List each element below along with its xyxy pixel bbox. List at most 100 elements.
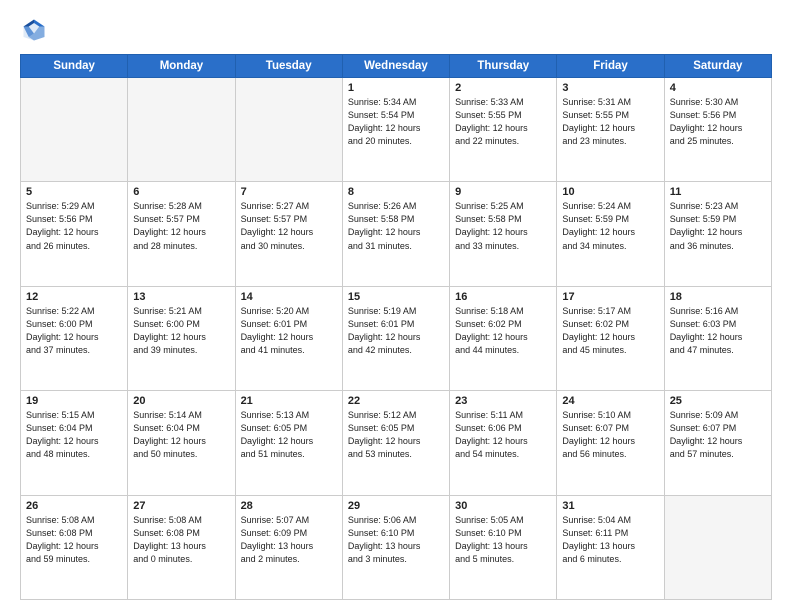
day-number: 6	[133, 186, 229, 198]
calendar: SundayMondayTuesdayWednesdayThursdayFrid…	[20, 54, 772, 600]
day-info: Sunrise: 5:19 AM Sunset: 6:01 PM Dayligh…	[348, 305, 444, 357]
day-info: Sunrise: 5:34 AM Sunset: 5:54 PM Dayligh…	[348, 96, 444, 148]
day-number: 10	[562, 186, 658, 198]
day-number: 2	[455, 82, 551, 94]
calendar-week-row: 26 Sunrise: 5:08 AM Sunset: 6:08 PM Dayli…	[21, 495, 772, 599]
header	[20, 16, 772, 44]
logo-icon	[20, 16, 48, 44]
day-number: 19	[26, 395, 122, 407]
day-number: 31	[562, 500, 658, 512]
day-number: 13	[133, 291, 229, 303]
calendar-cell: 10 Sunrise: 5:24 AM Sunset: 5:59 PM Dayli…	[557, 182, 664, 286]
calendar-week-row: 5 Sunrise: 5:29 AM Sunset: 5:56 PM Daylig…	[21, 182, 772, 286]
day-info: Sunrise: 5:16 AM Sunset: 6:03 PM Dayligh…	[670, 305, 766, 357]
calendar-week-row: 19 Sunrise: 5:15 AM Sunset: 6:04 PM Dayli…	[21, 391, 772, 495]
calendar-cell: 5 Sunrise: 5:29 AM Sunset: 5:56 PM Daylig…	[21, 182, 128, 286]
day-info: Sunrise: 5:12 AM Sunset: 6:05 PM Dayligh…	[348, 409, 444, 461]
calendar-cell: 28 Sunrise: 5:07 AM Sunset: 6:09 PM Dayli…	[235, 495, 342, 599]
calendar-cell: 20 Sunrise: 5:14 AM Sunset: 6:04 PM Dayli…	[128, 391, 235, 495]
calendar-cell	[664, 495, 771, 599]
day-number: 5	[26, 186, 122, 198]
weekday-header: Saturday	[664, 55, 771, 78]
day-number: 4	[670, 82, 766, 94]
calendar-cell: 8 Sunrise: 5:26 AM Sunset: 5:58 PM Daylig…	[342, 182, 449, 286]
day-number: 21	[241, 395, 337, 407]
day-info: Sunrise: 5:24 AM Sunset: 5:59 PM Dayligh…	[562, 200, 658, 252]
weekday-header: Monday	[128, 55, 235, 78]
day-number: 26	[26, 500, 122, 512]
calendar-cell: 21Sunrise: 5:13 AM Sunset: 6:05 PM Dayli…	[235, 391, 342, 495]
day-number: 7	[241, 186, 337, 198]
weekday-header: Tuesday	[235, 55, 342, 78]
day-number: 23	[455, 395, 551, 407]
day-info: Sunrise: 5:31 AM Sunset: 5:55 PM Dayligh…	[562, 96, 658, 148]
day-info: Sunrise: 5:04 AM Sunset: 6:11 PM Dayligh…	[562, 514, 658, 566]
day-info: Sunrise: 5:11 AM Sunset: 6:06 PM Dayligh…	[455, 409, 551, 461]
day-number: 25	[670, 395, 766, 407]
day-number: 11	[670, 186, 766, 198]
calendar-cell: 2 Sunrise: 5:33 AM Sunset: 5:55 PM Daylig…	[450, 78, 557, 182]
calendar-cell: 1 Sunrise: 5:34 AM Sunset: 5:54 PM Daylig…	[342, 78, 449, 182]
day-info: Sunrise: 5:08 AM Sunset: 6:08 PM Dayligh…	[26, 514, 122, 566]
day-number: 15	[348, 291, 444, 303]
calendar-cell: 22 Sunrise: 5:12 AM Sunset: 6:05 PM Dayli…	[342, 391, 449, 495]
calendar-cell: 23 Sunrise: 5:11 AM Sunset: 6:06 PM Dayli…	[450, 391, 557, 495]
day-number: 17	[562, 291, 658, 303]
day-info: Sunrise: 5:05 AM Sunset: 6:10 PM Dayligh…	[455, 514, 551, 566]
weekday-header: Thursday	[450, 55, 557, 78]
day-info: Sunrise: 5:09 AM Sunset: 6:07 PM Dayligh…	[670, 409, 766, 461]
day-number: 8	[348, 186, 444, 198]
calendar-cell: 30Sunrise: 5:05 AM Sunset: 6:10 PM Dayli…	[450, 495, 557, 599]
day-info: Sunrise: 5:27 AM Sunset: 5:57 PM Dayligh…	[241, 200, 337, 252]
calendar-header: SundayMondayTuesdayWednesdayThursdayFrid…	[21, 55, 772, 78]
day-info: Sunrise: 5:26 AM Sunset: 5:58 PM Dayligh…	[348, 200, 444, 252]
day-info: Sunrise: 5:23 AM Sunset: 5:59 PM Dayligh…	[670, 200, 766, 252]
day-info: Sunrise: 5:29 AM Sunset: 5:56 PM Dayligh…	[26, 200, 122, 252]
page: SundayMondayTuesdayWednesdayThursdayFrid…	[0, 0, 792, 612]
weekday-header: Sunday	[21, 55, 128, 78]
day-info: Sunrise: 5:15 AM Sunset: 6:04 PM Dayligh…	[26, 409, 122, 461]
day-info: Sunrise: 5:17 AM Sunset: 6:02 PM Dayligh…	[562, 305, 658, 357]
day-info: Sunrise: 5:22 AM Sunset: 6:00 PM Dayligh…	[26, 305, 122, 357]
day-info: Sunrise: 5:07 AM Sunset: 6:09 PM Dayligh…	[241, 514, 337, 566]
day-info: Sunrise: 5:14 AM Sunset: 6:04 PM Dayligh…	[133, 409, 229, 461]
day-number: 20	[133, 395, 229, 407]
day-info: Sunrise: 5:30 AM Sunset: 5:56 PM Dayligh…	[670, 96, 766, 148]
day-info: Sunrise: 5:33 AM Sunset: 5:55 PM Dayligh…	[455, 96, 551, 148]
calendar-cell: 14 Sunrise: 5:20 AM Sunset: 6:01 PM Dayli…	[235, 286, 342, 390]
calendar-cell	[128, 78, 235, 182]
calendar-cell: 18 Sunrise: 5:16 AM Sunset: 6:03 PM Dayli…	[664, 286, 771, 390]
calendar-cell: 31 Sunrise: 5:04 AM Sunset: 6:11 PM Dayli…	[557, 495, 664, 599]
calendar-cell	[21, 78, 128, 182]
day-info: Sunrise: 5:21 AM Sunset: 6:00 PM Dayligh…	[133, 305, 229, 357]
day-number: 22	[348, 395, 444, 407]
calendar-cell	[235, 78, 342, 182]
day-number: 1	[348, 82, 444, 94]
day-info: Sunrise: 5:06 AM Sunset: 6:10 PM Dayligh…	[348, 514, 444, 566]
calendar-cell: 16Sunrise: 5:18 AM Sunset: 6:02 PM Dayli…	[450, 286, 557, 390]
calendar-body: 1 Sunrise: 5:34 AM Sunset: 5:54 PM Daylig…	[21, 78, 772, 600]
day-number: 27	[133, 500, 229, 512]
day-number: 24	[562, 395, 658, 407]
calendar-cell: 29 Sunrise: 5:06 AM Sunset: 6:10 PM Dayli…	[342, 495, 449, 599]
day-number: 29	[348, 500, 444, 512]
calendar-cell: 11 Sunrise: 5:23 AM Sunset: 5:59 PM Dayli…	[664, 182, 771, 286]
day-info: Sunrise: 5:28 AM Sunset: 5:57 PM Dayligh…	[133, 200, 229, 252]
calendar-cell: 3 Sunrise: 5:31 AM Sunset: 5:55 PM Daylig…	[557, 78, 664, 182]
calendar-cell: 7 Sunrise: 5:27 AM Sunset: 5:57 PM Daylig…	[235, 182, 342, 286]
day-number: 12	[26, 291, 122, 303]
calendar-cell: 24Sunrise: 5:10 AM Sunset: 6:07 PM Dayli…	[557, 391, 664, 495]
calendar-week-row: 1 Sunrise: 5:34 AM Sunset: 5:54 PM Daylig…	[21, 78, 772, 182]
calendar-cell: 25 Sunrise: 5:09 AM Sunset: 6:07 PM Dayli…	[664, 391, 771, 495]
day-number: 28	[241, 500, 337, 512]
day-info: Sunrise: 5:18 AM Sunset: 6:02 PM Dayligh…	[455, 305, 551, 357]
day-number: 18	[670, 291, 766, 303]
day-info: Sunrise: 5:08 AM Sunset: 6:08 PM Dayligh…	[133, 514, 229, 566]
calendar-cell: 17 Sunrise: 5:17 AM Sunset: 6:02 PM Dayli…	[557, 286, 664, 390]
day-info: Sunrise: 5:20 AM Sunset: 6:01 PM Dayligh…	[241, 305, 337, 357]
calendar-cell: 19 Sunrise: 5:15 AM Sunset: 6:04 PM Dayli…	[21, 391, 128, 495]
calendar-week-row: 12 Sunrise: 5:22 AM Sunset: 6:00 PM Dayli…	[21, 286, 772, 390]
day-number: 3	[562, 82, 658, 94]
day-number: 14	[241, 291, 337, 303]
weekday-header: Friday	[557, 55, 664, 78]
